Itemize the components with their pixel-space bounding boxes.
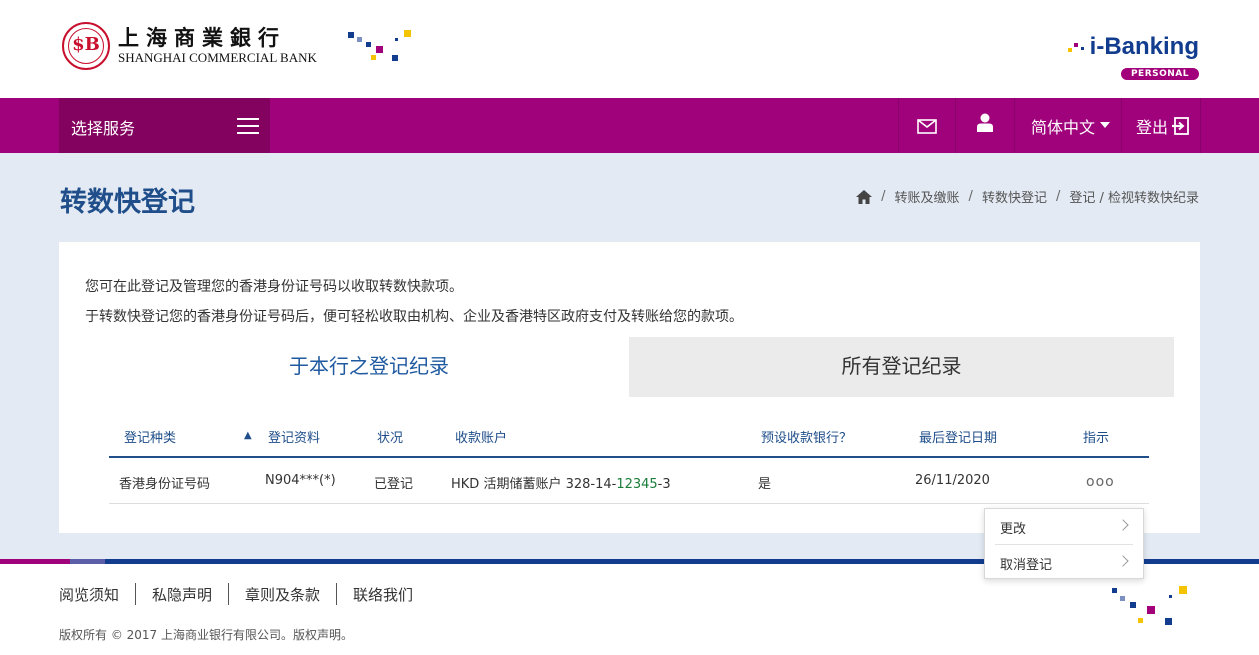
col-header-info: 登记资料 [268,431,321,446]
footer-stripe-accent [0,559,70,564]
footer-pixels-icon [1112,586,1192,628]
logout-label: 登出 [1136,118,1169,137]
more-options-icon[interactable]: ooo [1086,474,1115,490]
col-header-account: 收款账户 [455,431,508,446]
main-nav: 选择服务 简体中文 登出 [0,98,1259,153]
cell-info: N904***(*) [265,473,336,488]
personal-badge: PERSONAL [1120,68,1199,80]
chevron-right-icon [1117,519,1129,531]
footer-stripe-mid [70,559,105,564]
registration-card: 您可在此登记及管理您的香港身份证号码以收取转数快款项。 于转数快登记您的香港身份… [59,242,1200,533]
account-highlight: 12345 [616,477,658,492]
language-label: 简体中文 [1031,118,1096,137]
intro-text-1: 您可在此登记及管理您的香港身份证号码以收取转数快款项。 [85,279,463,295]
sort-asc-icon[interactable]: ▲ [244,430,252,441]
bank-seal-icon: $B [62,22,110,70]
chevron-right-icon [1117,555,1129,567]
menu-item-modify[interactable]: 更改 [985,509,1143,544]
user-icon [977,113,993,132]
col-header-status: 状况 [377,431,404,446]
breadcrumb: / 转账及缴账 / 转数快登记 / 登记 / 检视转数快纪录 [856,187,1199,206]
cell-default-bank: 是 [758,477,772,492]
logout-button[interactable]: 登出 [1122,98,1200,153]
table-header-divider [109,456,1149,458]
bank-logo[interactable]: $B 上海商業銀行 SHANGHAI COMMERCIAL BANK [62,22,317,70]
intro-text-2: 于转数快登记您的香港身份证号码后，便可轻松收取由机构、企业及香港特区政府支付及转… [85,309,743,325]
menu-item-cancel-registration[interactable]: 取消登记 [985,545,1143,580]
select-service-button[interactable]: 选择服务 [59,98,270,153]
ibanking-logo: i-Banking PERSONAL [1067,33,1199,80]
cell-type: 香港身份证号码 [119,477,211,492]
caret-down-icon [1100,122,1110,128]
home-icon[interactable] [856,189,873,204]
footer-link-terms[interactable]: 章则及条款 [245,584,320,605]
menu-icon [237,117,259,135]
table-row-divider [109,503,1149,504]
copyright-text: 版权所有 © 2017 上海商业银行有限公司。版权声明。 [59,628,353,642]
select-service-label: 选择服务 [71,119,136,138]
cell-last-date: 26/11/2020 [915,473,990,488]
col-header-action: 指示 [1083,431,1110,446]
col-header-default-bank: 预设收款银行？ [761,431,853,446]
mail-button[interactable] [899,98,955,153]
mail-icon [917,119,937,134]
tab-this-bank-records[interactable]: 于本行之登记纪录 [109,337,629,397]
footer-links: 阅览须知 私隐声明 章则及条款 联络我们 [59,583,413,605]
ibanking-pixels-icon [1067,41,1090,55]
cell-account: HKD 活期储蓄账户 328-14-12345-3 [451,477,671,492]
cell-status: 已登记 [374,477,414,492]
footer-link-notice[interactable]: 阅览须知 [59,584,119,605]
footer-link-contact[interactable]: 联络我们 [353,584,413,605]
row-action-menu: 更改 取消登记 [984,508,1144,579]
top-header: $B 上海商業銀行 SHANGHAI COMMERCIAL BANK i-Ban… [0,0,1259,98]
tab-all-records[interactable]: 所有登记纪录 [629,337,1174,397]
logout-icon [1172,117,1189,135]
bank-name-cn: 上海商業銀行 [118,25,286,50]
footer-link-privacy[interactable]: 私隐声明 [152,584,212,605]
page-title: 转数快登记 [60,187,195,218]
brand-pixels-icon [348,30,412,62]
breadcrumb-item-transfer[interactable]: 转账及缴账 [895,187,960,206]
language-select[interactable]: 简体中文 [1015,98,1121,153]
profile-button[interactable] [956,98,1014,153]
col-header-type[interactable]: 登记种类 [124,427,176,446]
bank-name-en: SHANGHAI COMMERCIAL BANK [118,50,317,65]
breadcrumb-item-fps[interactable]: 转数快登记 [982,187,1047,206]
breadcrumb-item-current: 登记 / 检视转数快纪录 [1069,191,1199,206]
col-header-last-date: 最后登记日期 [919,431,998,446]
